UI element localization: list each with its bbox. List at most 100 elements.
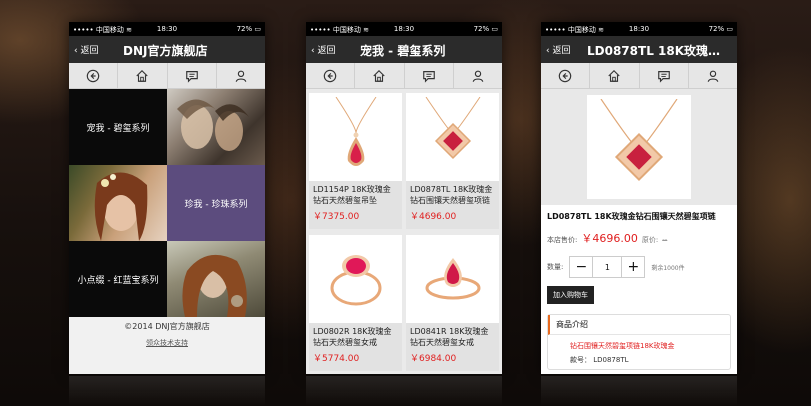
status-bar: ••••• 中国移动 ≋ 18:30 72% ▭ (541, 22, 737, 36)
product-price: ￥4696.00 (410, 212, 457, 222)
phone-reflection (69, 376, 265, 406)
status-bar: ••••• 中国移动 ≋ 18:30 72% ▭ (69, 22, 265, 36)
nav-bar (306, 63, 502, 89)
footer: ©2014 DNJ官方旗舰店 领众技术支持 (69, 317, 265, 374)
category-tile-bixi[interactable]: 宠我 - 碧玺系列 (69, 89, 167, 165)
nav-back-button[interactable] (306, 63, 356, 88)
nav-user-button[interactable] (217, 63, 265, 88)
message-icon (657, 70, 670, 83)
home-icon (136, 69, 149, 82)
nav-home-button[interactable] (355, 63, 405, 88)
message-icon (422, 70, 435, 83)
phone-reflection (541, 376, 737, 406)
product-card[interactable]: LD0878TL 18K玫瑰金钻石围镶天然碧玺项链 ￥4696.00 (406, 93, 499, 229)
back-button[interactable]: ‹ 返回 (311, 43, 335, 56)
original-price-value: -- (662, 236, 668, 244)
product-price: ￥7375.00 (313, 212, 360, 222)
user-icon (707, 70, 719, 82)
back-button[interactable]: ‹ 返回 (74, 43, 98, 56)
battery-icon: ▭ (491, 25, 498, 33)
product-grid: LD1154P 18K玫瑰金钻石天然碧玺吊坠 ￥7375.00 LD0878TL… (306, 89, 502, 374)
nav-back-button[interactable] (69, 63, 119, 88)
nav-user-button[interactable] (689, 63, 737, 88)
quantity-row: 数量: − 1 + 剩余1000件 (547, 256, 731, 278)
model-photo-2 (69, 165, 167, 241)
pendant-icon (335, 97, 376, 166)
nav-message-button[interactable] (640, 63, 689, 88)
category-tile-gemstone[interactable]: 小点缀 - 红蓝宝系列 (69, 241, 167, 317)
title-bar: ‹ 返回 DNJ官方旗舰店 (69, 36, 265, 63)
quantity-stepper: − 1 + (569, 256, 646, 278)
copyright-text: ©2014 DNJ官方旗舰店 (124, 322, 210, 331)
back-circle-icon (558, 69, 572, 82)
product-card[interactable]: LD0841R 18K玫瑰金钻石天然碧玺女戒 ￥6984.00 (406, 235, 499, 371)
battery-indicator: 72% ▭ (473, 25, 498, 33)
ring-icon (330, 255, 381, 306)
nav-bar (541, 63, 737, 89)
product-intro-section: 商品介绍 钻石围镶天然碧玺项链18K玫瑰金 款号： LD0878TL (547, 314, 731, 370)
phone-screen-product-detail: ••••• 中国移动 ≋ 18:30 72% ▭ ‹ 返回 LD0878TL 1… (541, 22, 737, 374)
nav-user-button[interactable] (454, 63, 502, 88)
message-icon (185, 70, 198, 83)
title-bar: ‹ 返回 LD0878TL 18K玫瑰金钻石围镶天然碧玺项链 (541, 36, 737, 63)
necklace-icon (425, 97, 480, 160)
battery-icon: ▭ (726, 25, 733, 33)
phone-screen-store-home: ••••• 中国移动 ≋ 18:30 72% ▭ ‹ 返回 DNJ官方旗舰店 宠… (69, 22, 265, 374)
user-icon (235, 70, 247, 82)
product-name: LD0802R 18K玫瑰金钻石天然碧玺女戒 (313, 327, 392, 347)
home-icon (373, 69, 386, 82)
quantity-decrease-button[interactable]: − (570, 257, 592, 277)
home-icon (608, 69, 621, 82)
model-photo-3 (167, 241, 265, 317)
page-title: DNJ官方旗舰店 (123, 44, 208, 58)
product-price: ￥4696.00 (581, 232, 638, 245)
add-to-cart-button[interactable]: 加入购物车 (547, 286, 594, 304)
back-button[interactable]: ‹ 返回 (546, 43, 570, 56)
phone-screen-product-list: ••••• 中国移动 ≋ 18:30 72% ▭ ‹ 返回 宠我 - 碧玺系列 (306, 22, 502, 374)
product-price: ￥5774.00 (313, 354, 360, 364)
page-title: 宠我 - 碧玺系列 (360, 44, 446, 58)
stock-text: 剩余1000件 (651, 264, 685, 272)
product-card[interactable]: LD1154P 18K玫瑰金钻石天然碧玺吊坠 ￥7375.00 (309, 93, 402, 229)
product-card[interactable]: LD0802R 18K玫瑰金钻石天然碧玺女戒 ￥5774.00 (309, 235, 402, 371)
back-circle-icon (86, 69, 100, 82)
quantity-increase-button[interactable]: + (622, 257, 644, 277)
product-name: LD0878TL 18K玫瑰金钻石围镶天然碧玺项链 (547, 212, 716, 221)
model-photo-1 (167, 89, 265, 165)
product-detail: LD0878TL 18K玫瑰金钻石围镶天然碧玺项链 本店售价: ￥4696.00… (541, 205, 737, 304)
product-name: LD0878TL 18K玫瑰金钻石围镶天然碧玺项链 (410, 185, 493, 205)
status-bar: ••••• 中国移动 ≋ 18:30 72% ▭ (306, 22, 502, 36)
nav-home-button[interactable] (118, 63, 168, 88)
quantity-label: 数量: (547, 263, 564, 271)
phone-reflection (306, 376, 502, 406)
product-image[interactable] (587, 95, 691, 199)
product-name: LD0841R 18K玫瑰金钻石天然碧玺女戒 (410, 327, 489, 347)
ring-icon (425, 258, 480, 300)
title-bar: ‹ 返回 宠我 - 碧玺系列 (306, 36, 502, 63)
necklace-icon (600, 99, 678, 182)
intro-line: 钻石围镶天然碧玺项链18K玫瑰金 (570, 342, 675, 350)
battery-indicator: 72% ▭ (236, 25, 261, 33)
quantity-value[interactable]: 1 (592, 257, 623, 277)
intro-line: 款号： LD0878TL (570, 356, 629, 364)
page-title: LD0878TL 18K玫瑰金钻石围镶天然碧玺项链 (587, 44, 731, 58)
product-price: ￥6984.00 (410, 354, 457, 364)
nav-back-button[interactable] (541, 63, 591, 88)
battery-icon: ▭ (254, 25, 261, 33)
category-grid: 宠我 - 碧玺系列 珍我 - 珍珠系列 小点缀 - 红蓝宝系列 (69, 89, 265, 317)
nav-bar (69, 63, 265, 89)
price-row: 本店售价: ￥4696.00 原价: -- (547, 230, 731, 246)
intro-header: 商品介绍 (548, 315, 730, 335)
back-circle-icon (323, 69, 337, 82)
battery-indicator: 72% ▭ (708, 25, 733, 33)
nav-message-button[interactable] (168, 63, 217, 88)
nav-home-button[interactable] (590, 63, 640, 88)
price-label: 本店售价: (547, 236, 578, 244)
original-price-label: 原价: (641, 236, 659, 244)
user-icon (472, 70, 484, 82)
product-image-area (541, 89, 737, 205)
tech-support-link[interactable]: 领众技术支持 (69, 338, 265, 348)
nav-message-button[interactable] (405, 63, 454, 88)
product-name: LD1154P 18K玫瑰金钻石天然碧玺吊坠 (313, 185, 391, 205)
category-tile-pearl[interactable]: 珍我 - 珍珠系列 (167, 165, 265, 241)
